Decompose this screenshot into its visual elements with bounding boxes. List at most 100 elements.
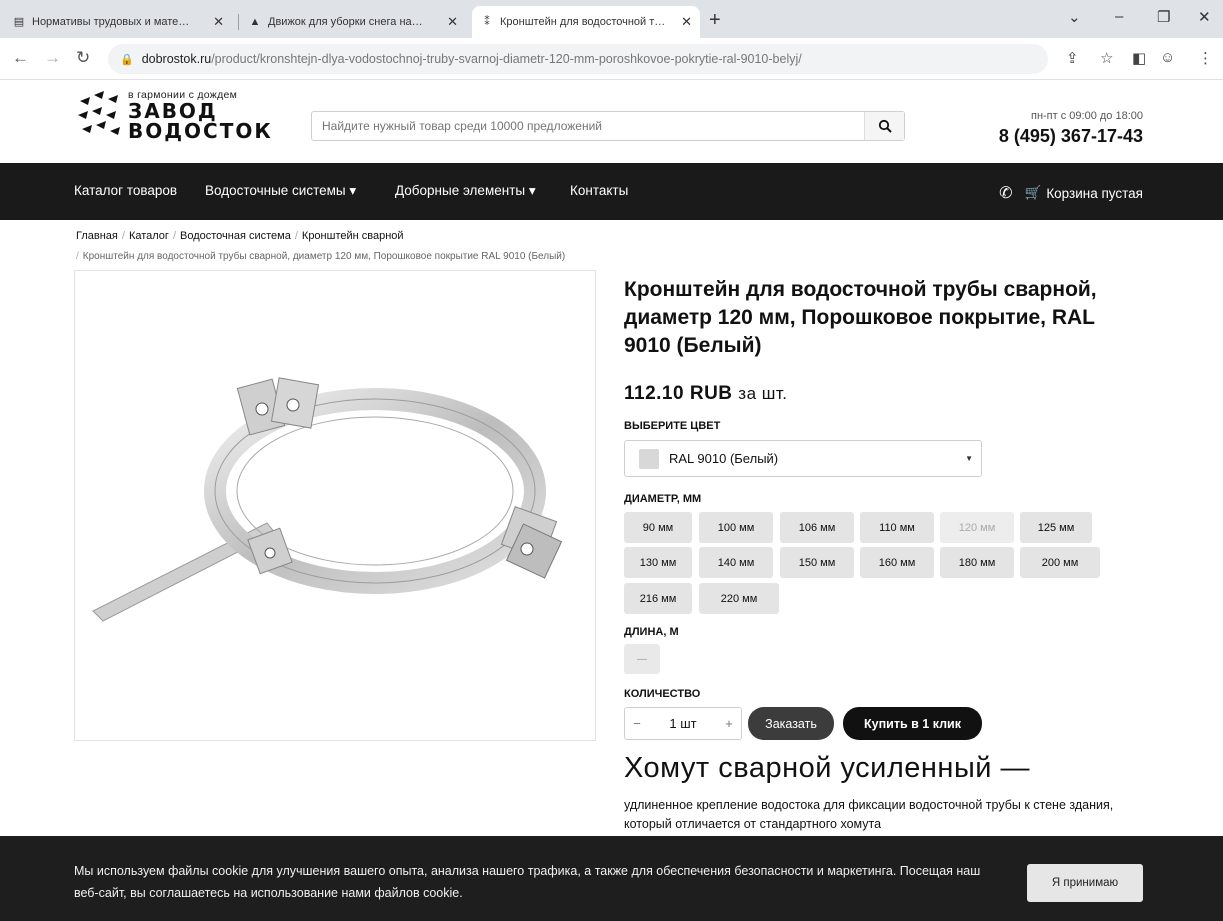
- nav-extra-elements[interactable]: Доборные элементы ▾: [395, 183, 536, 199]
- diameter-option[interactable]: 180 мм: [940, 547, 1014, 578]
- caret-down-icon: ▼: [965, 454, 973, 463]
- product-title: Кронштейн для водосточной трубы сварной,…: [624, 278, 1097, 357]
- minimize-icon[interactable]: –: [1115, 8, 1123, 25]
- quantity-value[interactable]: 1 шт: [649, 716, 717, 731]
- diameter-option[interactable]: 100 мм: [699, 512, 773, 543]
- back-icon[interactable]: ←: [12, 48, 29, 68]
- diameter-label: ДИАМЕТР, ММ: [624, 493, 702, 505]
- breadcrumb-item[interactable]: Каталог: [129, 230, 169, 242]
- diameter-option[interactable]: 200 мм: [1020, 547, 1100, 578]
- url-path: /product/kronshtejn-dlya-vodostochnoj-tr…: [211, 52, 802, 66]
- tab-title: Нормативы трудовых и мате…: [32, 16, 190, 28]
- price-unit: за шт.: [738, 384, 788, 403]
- browser-tab[interactable]: ▲ Движок для уборки снега на… ✕: [240, 6, 466, 38]
- logo-icon: ⁑: [484, 16, 490, 28]
- nav-catalog[interactable]: Каталог товаров: [74, 183, 177, 198]
- breadcrumb-current-label: Кронштейн для водосточной трубы сварной,…: [82, 251, 566, 262]
- breadcrumb-current: / Кронштейн для водосточной трубы сварной…: [76, 251, 565, 262]
- breadcrumb-item[interactable]: Водосточная система: [180, 230, 291, 242]
- close-icon[interactable]: ✕: [447, 14, 458, 30]
- diameter-option[interactable]: 216 мм: [624, 583, 692, 614]
- color-select[interactable]: RAL 9010 (Белый) ▼: [624, 440, 982, 477]
- main-navbar: Каталог товаров Водосточные системы ▾ До…: [0, 163, 1223, 220]
- cookie-banner: Мы используем файлы cookie для улучшения…: [0, 836, 1223, 921]
- lock-icon: 🔒: [120, 53, 134, 66]
- window-close-icon[interactable]: ✕: [1198, 8, 1211, 26]
- reload-icon[interactable]: ↻: [76, 48, 90, 68]
- logo-name: ВОДОСТОК: [128, 118, 273, 143]
- diameter-option[interactable]: 106 мм: [780, 512, 854, 543]
- browser-tab-active[interactable]: ⁑ Кронштейн для водосточной т… ✕: [472, 6, 700, 38]
- color-label: ВЫБЕРИТЕ ЦВЕТ: [624, 420, 721, 432]
- quantity-label: КОЛИЧЕСТВО: [624, 688, 701, 700]
- price-value: 112.10 RUB: [624, 383, 733, 404]
- search-input[interactable]: [312, 112, 864, 140]
- buy-one-click-button[interactable]: Купить в 1 клик: [843, 707, 982, 740]
- close-icon[interactable]: ✕: [681, 14, 692, 30]
- logo-text: в гармонии с дождем ЗАВОД ВОДОСТОК: [128, 90, 273, 141]
- diameter-option[interactable]: 130 мм: [624, 547, 692, 578]
- bracket-image: [92, 377, 563, 622]
- profile-icon[interactable]: ☺: [1160, 49, 1175, 66]
- length-label: ДЛИНА, М: [624, 626, 679, 638]
- working-hours: пн-пт с 09:00 до 18:00: [1030, 110, 1143, 122]
- search-button[interactable]: [864, 112, 904, 140]
- phone-icon[interactable]: ✆: [999, 183, 1012, 203]
- diameter-option[interactable]: 90 мм: [624, 512, 692, 543]
- address-bar[interactable]: 🔒 dobrostok.ru/product/kronshtejn-dlya-v…: [108, 44, 1048, 74]
- sidepanel-icon[interactable]: ◧: [1132, 49, 1146, 67]
- diameter-option-selected[interactable]: 120 мм: [940, 512, 1014, 543]
- cart-link[interactable]: ✆ 🛒 Корзина пустая: [999, 183, 1143, 203]
- star-icon[interactable]: ☆: [1100, 49, 1113, 67]
- cart-label: Корзина пустая: [1046, 185, 1143, 201]
- diameter-option[interactable]: 110 мм: [860, 512, 934, 543]
- diameter-option[interactable]: 140 мм: [699, 547, 773, 578]
- description-text: удлиненное крепление водостока для фикса…: [624, 798, 1114, 831]
- browser-toolbar: ← → ↻ 🔒 dobrostok.ru/product/kronshtejn-…: [0, 38, 1223, 80]
- quantity-increase-button[interactable]: +: [717, 716, 741, 731]
- doc-icon: ▤: [13, 16, 25, 28]
- color-value: RAL 9010 (Белый): [669, 451, 779, 466]
- tab-title: Кронштейн для водосточной т…: [500, 16, 666, 28]
- browser-tab[interactable]: ▤ Нормативы трудовых и мате… ✕: [4, 6, 232, 38]
- quantity-decrease-button[interactable]: −: [625, 716, 649, 731]
- breadcrumb: Главная / Каталог / Водосточная система / Крон…: [76, 230, 404, 242]
- menu-icon[interactable]: ⋮: [1198, 49, 1213, 67]
- phone-number[interactable]: 8 (495) 367-17-43: [999, 126, 1143, 147]
- tab-title: Движок для уборки снега на…: [268, 16, 423, 28]
- quantity-stepper: − 1 шт +: [624, 707, 742, 740]
- breadcrumb-separator: /: [121, 230, 125, 242]
- order-button[interactable]: Заказать: [748, 707, 834, 740]
- nav-contacts[interactable]: Контакты: [570, 183, 628, 198]
- search-icon: [878, 119, 892, 133]
- car-icon: ▲: [249, 16, 261, 28]
- new-tab-button[interactable]: +: [709, 9, 721, 32]
- logo-icon: [74, 91, 122, 139]
- diameter-option[interactable]: 160 мм: [860, 547, 934, 578]
- close-icon[interactable]: ✕: [213, 14, 224, 30]
- product-price: 112.10 RUB за шт.: [624, 383, 788, 405]
- cookie-accept-button[interactable]: Я принимаю: [1027, 864, 1143, 902]
- share-icon[interactable]: ⇪: [1066, 49, 1079, 67]
- diameter-option[interactable]: 125 мм: [1020, 512, 1092, 543]
- site-logo[interactable]: в гармонии с дождем ЗАВОД ВОДОСТОК: [74, 90, 273, 141]
- tab-separator: [238, 14, 239, 30]
- diameter-option[interactable]: 220 мм: [699, 583, 779, 614]
- chevron-down-icon[interactable]: ⌄: [1068, 8, 1081, 26]
- cart-icon: 🛒: [1024, 185, 1042, 200]
- search-bar: [311, 111, 905, 141]
- breadcrumb-separator: /: [76, 251, 79, 262]
- cookie-text: Мы используем файлы cookie для улучшения…: [74, 864, 981, 900]
- breadcrumb-separator: /: [172, 230, 176, 242]
- nav-gutter-systems[interactable]: Водосточные системы ▾: [205, 183, 356, 199]
- maximize-icon[interactable]: ❐: [1157, 8, 1170, 26]
- length-option[interactable]: —: [624, 644, 660, 674]
- breadcrumb-item[interactable]: Главная: [76, 230, 118, 242]
- diameter-option[interactable]: 150 мм: [780, 547, 854, 578]
- breadcrumb-item[interactable]: Кронштейн сварной: [302, 230, 404, 242]
- logo-name: ЗАВОД: [128, 98, 218, 123]
- product-image[interactable]: [74, 270, 596, 741]
- color-swatch: [639, 448, 659, 469]
- forward-icon[interactable]: →: [44, 48, 61, 68]
- description-title: Хомут сварной усиленный —: [624, 752, 1031, 784]
